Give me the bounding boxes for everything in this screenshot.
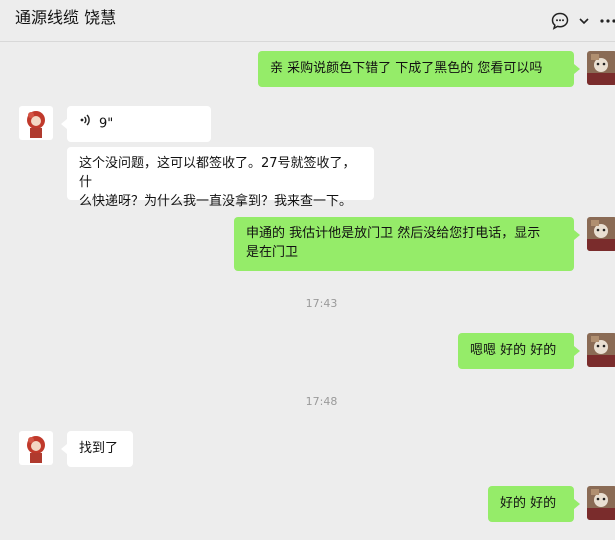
message-text: 找到了 — [79, 441, 119, 456]
message-text: 嗯嗯 好的 好的 — [470, 343, 557, 358]
message-bubble-incoming[interactable]: 找到了 — [67, 431, 133, 467]
chat-title: 通源线缆 饶慧 — [15, 8, 117, 27]
message-bubble-incoming[interactable]: 这个没问题，这可以都签收了。27号就签收了，什 么快递呀？为什么我一直没拿到？我… — [67, 147, 374, 209]
bubble-tail — [574, 230, 580, 240]
timestamp: 17:48 — [305, 395, 338, 408]
bubble-tail — [574, 64, 580, 74]
bubble-tail — [574, 499, 580, 509]
voice-message-bubble[interactable]: 9" — [67, 106, 211, 142]
message-text: 好的 好的 — [500, 496, 557, 511]
chat-header: 通源线缆 饶慧 — [0, 0, 615, 42]
timestamp: 17:43 — [305, 297, 338, 310]
bubble-tail — [574, 346, 580, 356]
my-avatar[interactable] — [587, 333, 615, 367]
my-avatar[interactable] — [587, 217, 615, 251]
message-bubble-outgoing[interactable]: 嗯嗯 好的 好的 — [458, 333, 574, 369]
my-avatar[interactable] — [587, 486, 615, 520]
chevron-down-icon[interactable] — [576, 10, 592, 32]
message-bubble-outgoing[interactable]: 亲 采购说颜色下错了 下成了黑色的 您看可以吗 — [258, 51, 574, 87]
more-icon[interactable] — [596, 10, 615, 32]
voice-duration: 9" — [99, 116, 114, 132]
message-line: 这个没问题，这可以都签收了。27号就签收了，什 — [79, 156, 356, 190]
message-bubble-outgoing[interactable]: 申通的 我估计他是放门卫 然后没给您打电话，显示 是在门卫 — [234, 217, 574, 271]
contact-avatar[interactable] — [19, 106, 53, 140]
message-line: 申通的 我估计他是放门卫 然后没给您打电话，显示 — [246, 226, 541, 241]
message-line: 么快递呀？为什么我一直没拿到？我来查一下。 — [79, 194, 353, 209]
message-bubble-outgoing[interactable]: 好的 好的 — [488, 486, 574, 522]
chat-bubble-icon[interactable] — [549, 10, 571, 32]
my-avatar[interactable] — [587, 51, 615, 85]
contact-avatar[interactable] — [19, 431, 53, 465]
message-line: 是在门卫 — [246, 245, 299, 260]
voice-wave-icon — [79, 106, 93, 142]
message-text: 亲 采购说颜色下错了 下成了黑色的 您看可以吗 — [270, 61, 543, 76]
